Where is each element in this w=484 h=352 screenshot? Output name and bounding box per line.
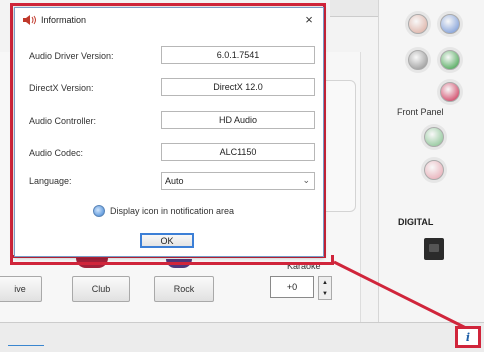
app-top-panel [330,0,378,17]
audio-controller-text: HD Audio [218,115,258,125]
info-button[interactable]: i [455,326,481,348]
eq-preset-live-button[interactable]: ive [0,276,42,302]
spin-down-icon[interactable]: ▼ [322,291,328,297]
front-panel-label: Front Panel [397,107,444,117]
jack-rear-3[interactable] [408,50,428,70]
karaoke-value-field[interactable]: +0 [270,276,314,298]
display-icon-label: Display icon in notification area [110,206,235,216]
display-icon-option[interactable]: Display icon in notification area [93,205,234,217]
status-bar [0,322,484,352]
audio-controller-label: Audio Controller: [29,116,97,126]
information-dialog: Information × Audio Driver Version: 6.0.… [14,7,324,257]
digital-label: DIGITAL [398,217,434,227]
karaoke-value: +0 [286,282,298,292]
spdif-port-icon[interactable] [424,238,444,260]
driver-version-value: 6.0.1.7541 [161,46,315,64]
eq-preset-club-button[interactable]: Club [72,276,130,302]
jack-front-2[interactable] [424,160,444,180]
ok-label: OK [160,235,174,246]
eq-preset-label: Rock [173,284,195,294]
directx-version-text: DirectX 12.0 [213,82,263,92]
dialog-title: Information [41,15,87,25]
speaker-icon [23,15,36,25]
radio-button[interactable] [93,205,105,217]
audio-controller-value: HD Audio [161,111,315,129]
dialog-titlebar: Information × [15,8,323,32]
language-select[interactable]: Auto ⌄ [161,172,315,190]
driver-version-text: 6.0.1.7541 [216,50,260,60]
audio-codec-label: Audio Codec: [29,148,84,158]
chevron-down-icon: ⌄ [302,175,310,185]
spin-up-icon[interactable]: ▲ [322,280,328,286]
jack-rear-4[interactable] [440,50,460,70]
info-icon: i [465,330,471,344]
directx-version-label: DirectX Version: [29,83,94,93]
audio-codec-text: ALC1150 [219,147,257,157]
audio-codec-value: ALC1150 [161,143,315,161]
jack-rear-5[interactable] [440,82,460,102]
status-progress-line [8,345,44,346]
jack-front-1[interactable] [424,127,444,147]
language-label: Language: [29,176,72,186]
eq-preset-label: ive [14,284,26,294]
driver-version-label: Audio Driver Version: [29,51,114,61]
directx-version-value: DirectX 12.0 [161,78,315,96]
eq-preset-label: Club [91,284,111,294]
jack-rear-1[interactable] [408,14,428,34]
jack-rear-2[interactable] [440,14,460,34]
eq-preset-rock-button[interactable]: Rock [154,276,214,302]
ok-button[interactable]: OK [140,233,194,248]
language-value: Auto [165,176,184,186]
karaoke-spinner[interactable]: ▲ ▼ [318,276,332,300]
close-icon[interactable]: × [301,12,317,28]
